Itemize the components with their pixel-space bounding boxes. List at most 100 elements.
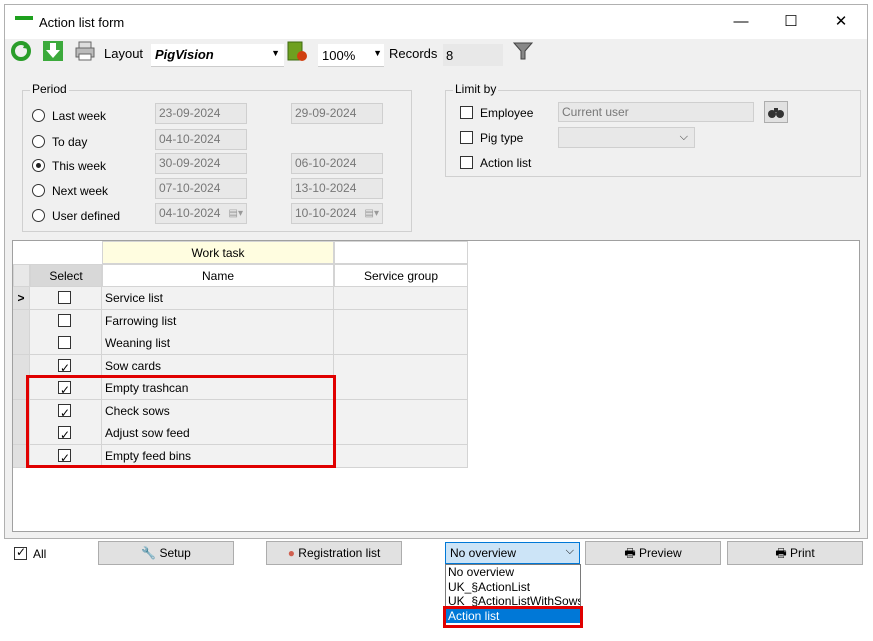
binoculars-icon — [768, 108, 784, 118]
period-label-last-week: Last week — [52, 109, 107, 123]
table-row-service-group[interactable] — [334, 309, 468, 333]
highlight-box-option — [443, 606, 583, 628]
from-date-value: 23-09-2024 — [159, 106, 221, 120]
pig-type-select[interactable]: ⌵ — [558, 127, 695, 148]
radio-next-week[interactable] — [32, 184, 45, 197]
period-title: Period — [30, 82, 69, 96]
band-header-empty — [334, 241, 468, 264]
limit-title: Limit by — [453, 82, 499, 96]
table-row-service-group[interactable] — [334, 422, 468, 445]
from-date-value: 30-09-2024 — [159, 156, 221, 170]
records-value: 8 — [446, 48, 454, 63]
overview-select[interactable]: No overview ⌵ — [445, 542, 580, 564]
maximize-button[interactable]: ☐ — [773, 11, 809, 33]
registration-list-label: Registration list — [298, 546, 381, 560]
row-select-checkbox[interactable] — [58, 336, 71, 349]
employee-lookup-button[interactable] — [764, 101, 788, 123]
table-row-select — [30, 287, 102, 310]
printer-icon[interactable] — [74, 40, 96, 62]
row-indicator-header — [13, 264, 30, 287]
table-row-select — [30, 309, 102, 333]
action-list-label: Action list — [480, 156, 532, 170]
chevron-down-icon: ⌵ — [565, 545, 574, 557]
calendar-icon[interactable]: ▤▾ — [365, 204, 379, 223]
printer-icon: 🖶 — [775, 546, 787, 560]
service-group-column-header[interactable]: Service group — [334, 264, 468, 287]
to-date-value: 29-09-2024 — [295, 106, 357, 120]
layout-select[interactable]: PigVision ▼ — [151, 44, 284, 67]
title-bar: Action list form — ☐ ✕ — [5, 5, 867, 39]
zoom-value: 100% — [322, 48, 356, 63]
row-select-checkbox[interactable] — [58, 313, 71, 327]
chevron-down-icon: ⌵ — [679, 131, 688, 143]
from-date-value: 04-10-2024 — [159, 206, 221, 220]
table-row-service-group[interactable] — [334, 399, 468, 423]
employee-checkbox[interactable] — [460, 106, 473, 119]
pig-type-label: Pig type — [480, 131, 524, 145]
select-column-header[interactable]: Select — [30, 264, 102, 287]
layout-settings-icon[interactable] — [286, 40, 308, 62]
from-date-last-week: 23-09-2024 — [155, 103, 247, 124]
overview-option[interactable]: No overview — [446, 565, 580, 580]
table-row-service-group[interactable] — [334, 287, 468, 310]
pig-type-checkbox[interactable] — [460, 131, 473, 144]
table-row-service-group[interactable] — [334, 377, 468, 400]
print-label: Print — [789, 546, 815, 560]
preview-button[interactable]: 🖶 Preview — [585, 541, 721, 565]
table-row-service-group[interactable] — [334, 354, 468, 378]
print-button[interactable]: 🖶 Print — [727, 541, 863, 565]
name-column-header[interactable]: Name — [102, 264, 334, 287]
row-indicator[interactable]: > — [13, 287, 30, 310]
employee-field[interactable]: Current user — [558, 102, 754, 122]
pig-icon: ● — [287, 546, 295, 560]
overview-value: No overview — [450, 546, 517, 560]
download-icon[interactable] — [42, 40, 64, 62]
setup-button[interactable]: 🔧 Setup — [98, 541, 234, 565]
filter-icon[interactable] — [512, 40, 534, 62]
zoom-select[interactable]: 100% ▼ — [318, 44, 384, 67]
table-row-name[interactable]: Service list — [102, 287, 334, 310]
overview-option[interactable]: UK_§ActionList — [446, 580, 580, 595]
calendar-icon[interactable]: ▤▾ — [229, 204, 243, 223]
row-indicator[interactable] — [13, 309, 30, 333]
period-label-next-week: Next week — [52, 184, 109, 198]
preview-label: Preview — [638, 546, 682, 560]
period-label-user-defined: User defined — [52, 209, 121, 223]
radio-this-week[interactable] — [32, 159, 45, 172]
radio-to-day[interactable] — [32, 135, 45, 148]
from-date-user-defined[interactable]: 04-10-2024 ▤▾ — [155, 203, 247, 224]
from-date-to-day: 04-10-2024 — [155, 129, 247, 150]
all-checkbox[interactable] — [14, 545, 27, 560]
row-indicator[interactable] — [13, 332, 30, 355]
records-label: Records — [389, 46, 438, 61]
registration-list-button[interactable]: ● Registration list — [266, 541, 402, 565]
all-label: All — [33, 547, 47, 561]
refresh-icon[interactable] — [10, 40, 32, 62]
from-date-value: 07-10-2024 — [159, 181, 221, 195]
table-row-name[interactable]: Farrowing list — [102, 309, 334, 333]
setup-label: Setup — [159, 546, 191, 560]
to-date-last-week: 29-09-2024 — [291, 103, 383, 124]
minimize-button[interactable]: — — [723, 11, 759, 33]
records-count: 8 — [443, 44, 503, 66]
to-date-value: 06-10-2024 — [295, 156, 357, 170]
row-select-checkbox[interactable] — [58, 357, 71, 379]
wrench-icon: 🔧 — [141, 546, 157, 560]
work-task-band-header: Work task — [102, 241, 334, 264]
to-date-value: 10-10-2024 — [295, 206, 357, 220]
highlight-box-rows — [26, 375, 336, 468]
action-list-checkbox[interactable] — [460, 156, 473, 169]
table-row-service-group[interactable] — [334, 444, 468, 468]
radio-user-defined[interactable] — [32, 209, 45, 222]
to-date-user-defined[interactable]: 10-10-2024 ▤▾ — [291, 203, 383, 224]
table-row-name[interactable]: Weaning list — [102, 332, 334, 355]
layout-label: Layout — [104, 46, 144, 61]
row-select-checkbox[interactable] — [58, 291, 71, 304]
table-row-select — [30, 332, 102, 355]
chevron-down-icon: ▼ — [373, 48, 382, 58]
radio-last-week[interactable] — [32, 109, 45, 122]
close-button[interactable]: ✕ — [823, 11, 859, 33]
period-label-this-week: This week — [52, 159, 107, 173]
current-row-marker: > — [17, 291, 25, 305]
table-row-service-group[interactable] — [334, 332, 468, 355]
